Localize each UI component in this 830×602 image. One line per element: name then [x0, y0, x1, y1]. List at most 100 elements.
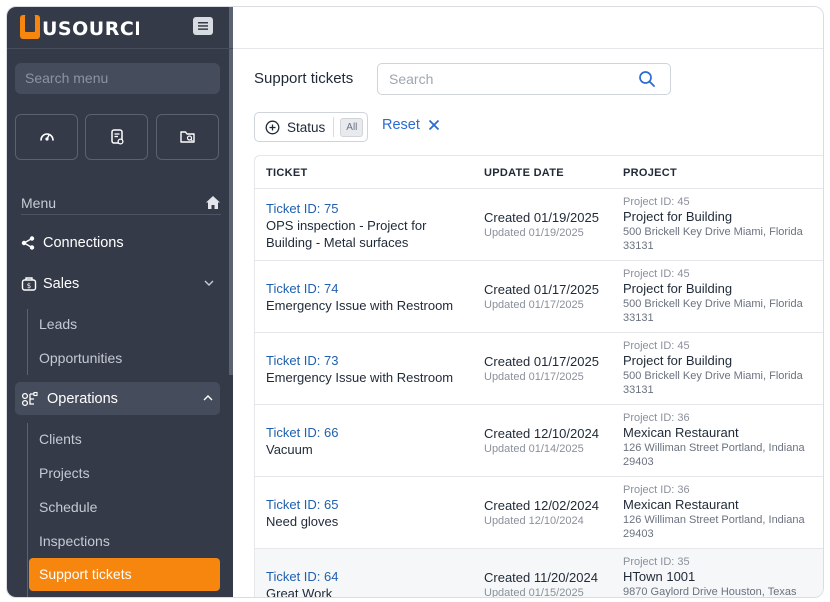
search-menu-placeholder: Search menu: [25, 70, 109, 86]
chevron-down-icon: [204, 280, 214, 286]
ticket-search-field[interactable]: [377, 63, 671, 95]
project-id: Project ID: 35: [623, 556, 690, 568]
ticket-cell: Ticket ID: 75 OPS inspection - Project f…: [266, 200, 456, 251]
ticket-description: Great Work: [266, 586, 333, 598]
quick-search-files-button[interactable]: [156, 114, 219, 160]
project-cell: Project ID: 45 Project for Building 500 …: [623, 195, 823, 253]
created-date: Created 11/20/2024: [484, 570, 598, 585]
project-address: 500 Brickell Key Drive Miami, Florida 33…: [623, 226, 803, 252]
created-date: Created 12/02/2024: [484, 498, 599, 513]
date-cell: Created 01/17/2025 Updated 01/17/2025: [484, 282, 599, 312]
project-address: 9870 Gaylord Drive Houston, Texas: [623, 586, 797, 598]
sidebar-item-projects[interactable]: Projects: [39, 460, 90, 486]
project-id: Project ID: 36: [623, 412, 690, 424]
share-nodes-icon: [21, 236, 35, 250]
sidebar-item-sales[interactable]: $ Sales: [21, 269, 221, 299]
usource-logo[interactable]: USOURCE: [19, 13, 139, 41]
tickets-table: TICKET UPDATE DATE PROJECT Ticket ID: 75…: [254, 155, 823, 598]
project-cell: Project ID: 36 Mexican Restaurant 126 Wi…: [623, 483, 823, 541]
column-header-project[interactable]: PROJECT: [623, 167, 677, 179]
sidebar-item-schedule[interactable]: Schedule: [39, 494, 97, 520]
search-menu-input[interactable]: Search menu: [15, 63, 220, 94]
sidebar-item-connections[interactable]: Connections: [21, 228, 221, 258]
created-date: Created 01/17/2025: [484, 354, 599, 369]
project-address: 126 Williman Street Portland, Indiana 29…: [623, 442, 805, 468]
document-settings-icon: [110, 129, 124, 145]
ticket-description: Emergency Issue with Restroom: [266, 370, 454, 385]
sidebar-item-label: Opportunities: [39, 350, 123, 366]
svg-text:$: $: [27, 282, 31, 290]
menu-label: Menu: [21, 194, 57, 211]
updated-date: Updated 12/10/2024: [484, 515, 584, 527]
date-cell: Created 01/17/2025 Updated 01/17/2025: [484, 354, 599, 384]
table-row[interactable]: Ticket ID: 66 Vacuum Created 12/10/2024 …: [255, 405, 823, 477]
project-address: 500 Brickell Key Drive Miami, Florida 33…: [623, 298, 803, 324]
sidebar-item-label: Leads: [39, 316, 78, 332]
project-address: 500 Brickell Key Drive Miami, Florida 33…: [623, 370, 803, 396]
sidebar-item-inspections[interactable]: Inspections: [39, 528, 110, 554]
date-cell: Created 12/02/2024 Updated 12/10/2024: [484, 498, 599, 528]
column-header-update-date[interactable]: UPDATE DATE: [484, 167, 564, 179]
ticket-description: OPS inspection - Project for Building - …: [266, 218, 427, 250]
sidebar-item-opportunities[interactable]: Opportunities: [39, 345, 122, 371]
project-id: Project ID: 45: [623, 340, 690, 352]
ticket-id-link[interactable]: Ticket ID: 73: [266, 352, 456, 369]
project-name: Project for Building: [623, 281, 733, 296]
table-header: TICKET UPDATE DATE PROJECT: [255, 156, 823, 189]
sidebar-item-label: Connections: [43, 235, 124, 251]
status-filter-label: Status: [287, 119, 326, 135]
ticket-id-link[interactable]: Ticket ID: 66: [266, 424, 456, 441]
ticket-description: Emergency Issue with Restroom: [266, 298, 454, 313]
table-row[interactable]: Ticket ID: 73 Emergency Issue with Restr…: [255, 333, 823, 405]
table-row[interactable]: Ticket ID: 75 OPS inspection - Project f…: [255, 189, 823, 261]
ticket-id-link[interactable]: Ticket ID: 64: [266, 568, 456, 585]
project-name: Project for Building: [623, 353, 733, 368]
sidebar-item-support-tickets[interactable]: Support tickets: [29, 558, 220, 591]
sidebar: USOURCE Search menu Menu Connections $ S…: [7, 7, 233, 597]
main-content: Support tickets Status All Reset: [233, 7, 823, 598]
quick-dashboard-button[interactable]: [15, 114, 78, 160]
search-icon[interactable]: [638, 70, 656, 88]
date-cell: Created 12/10/2024 Updated 01/14/2025: [484, 426, 599, 456]
project-name: Mexican Restaurant: [623, 497, 739, 512]
hamburger-icon: [198, 22, 208, 30]
search-input[interactable]: [389, 71, 629, 87]
sidebar-item-label: Support tickets: [39, 566, 132, 582]
logo-text: USOURCE: [42, 18, 139, 40]
page-title: Support tickets: [254, 70, 354, 87]
status-filter-badge: All: [340, 117, 364, 137]
close-icon: [428, 119, 440, 131]
table-row[interactable]: Ticket ID: 64 Great Work Created 11/20/2…: [255, 549, 823, 598]
reset-label: Reset: [382, 117, 420, 133]
sidebar-item-operations[interactable]: Operations: [15, 382, 220, 415]
status-filter-button[interactable]: Status All: [254, 112, 368, 142]
menu-toggle-button[interactable]: [193, 17, 213, 35]
updated-date: Updated 01/19/2025: [484, 227, 584, 239]
table-row[interactable]: Ticket ID: 74 Emergency Issue with Restr…: [255, 261, 823, 333]
folder-search-icon: [179, 131, 195, 143]
project-cell: Project ID: 45 Project for Building 500 …: [623, 267, 823, 325]
home-icon[interactable]: [205, 195, 221, 210]
ticket-id-link[interactable]: Ticket ID: 65: [266, 496, 456, 513]
quick-reports-button[interactable]: [85, 114, 148, 160]
ticket-id-link[interactable]: Ticket ID: 75: [266, 200, 456, 217]
updated-date: Updated 01/15/2025: [484, 587, 584, 598]
ticket-id-link[interactable]: Ticket ID: 74: [266, 280, 456, 297]
ticket-cell: Ticket ID: 65 Need gloves: [266, 496, 456, 530]
project-name: Mexican Restaurant: [623, 425, 739, 440]
sidebar-item-label: Schedule: [39, 499, 98, 515]
sidebar-item-clients[interactable]: Clients: [39, 426, 82, 452]
reset-filters-button[interactable]: Reset: [382, 117, 440, 133]
sidebar-item-label: Operations: [47, 390, 118, 407]
project-name: Project for Building: [623, 209, 733, 224]
sidebar-item-label: Projects: [39, 465, 90, 481]
sidebar-item-label: Inspections: [39, 533, 110, 549]
operations-flow-icon: [21, 391, 38, 406]
updated-date: Updated 01/14/2025: [484, 443, 584, 455]
sidebar-item-leads[interactable]: Leads: [39, 311, 77, 337]
updated-date: Updated 01/17/2025: [484, 371, 584, 383]
ticket-cell: Ticket ID: 64 Great Work: [266, 568, 456, 598]
top-bar: [233, 7, 823, 49]
column-header-ticket[interactable]: TICKET: [266, 167, 308, 179]
table-row[interactable]: Ticket ID: 65 Need gloves Created 12/02/…: [255, 477, 823, 549]
